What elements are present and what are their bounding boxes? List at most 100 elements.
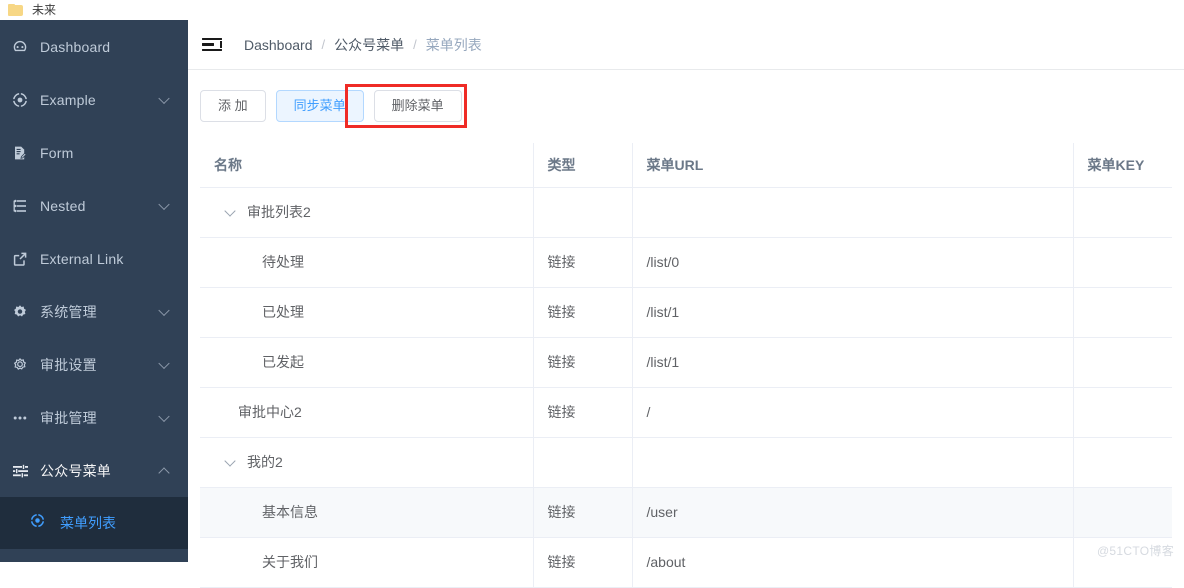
bookmark-label[interactable]: 未来 (32, 3, 56, 17)
cell-name: 关于我们 (200, 537, 533, 588)
cell-url (631, 187, 1073, 238)
main-region: Dashboard / 公众号菜单 / 菜单列表 添 加 同步菜单 删除菜单 名… (188, 20, 1184, 588)
table-row[interactable]: 已发起 链接 /list/1 (200, 337, 1172, 388)
external-link-icon (8, 250, 32, 268)
cell-key (1072, 387, 1172, 438)
watermark: @51CTO博客 (1096, 544, 1174, 558)
breadcrumb-item-menu-list: 菜单列表 (425, 36, 482, 53)
add-button[interactable]: 添 加 (200, 90, 266, 122)
table-row[interactable]: 已处理 链接 /list/1 (200, 287, 1172, 338)
content-card: 添 加 同步菜单 删除菜单 名称 类型 菜单URL 菜单KEY 审批列表2 待处… (188, 70, 1184, 588)
sidebar-item-form[interactable]: Form (0, 126, 188, 179)
cell-url: /list/1 (631, 337, 1073, 388)
table-header-row: 名称 类型 菜单URL 菜单KEY (200, 143, 1172, 188)
breadcrumb-separator: / (321, 37, 326, 52)
table-row[interactable]: 审批列表2 (200, 187, 1172, 238)
table-row[interactable]: 我的2 (200, 437, 1172, 488)
menu-name: 审批中心2 (238, 404, 302, 420)
sidebar-item-label: Form (40, 144, 74, 161)
expand-chevron-icon[interactable] (224, 205, 238, 219)
sidebar-item-label: 公众号菜单 (40, 462, 111, 479)
cell-type: 链接 (532, 337, 632, 388)
breadcrumb-item-gzh-menu[interactable]: 公众号菜单 (334, 35, 404, 55)
sidebar-item-label: Dashboard (40, 38, 111, 55)
cell-type: 链接 (532, 237, 632, 288)
sidebar-item-example[interactable]: Example (0, 73, 188, 126)
cell-key (1072, 237, 1172, 288)
menu-name: 已处理 (262, 304, 304, 320)
component-icon (30, 513, 50, 533)
component-icon (8, 91, 32, 109)
sidebar-item-gzh-menu[interactable]: 公众号菜单 (0, 444, 188, 497)
menu-name: 我的2 (247, 454, 283, 470)
table-row[interactable]: 关于我们 链接 /about (200, 537, 1172, 588)
sidebar-item-approval-settings[interactable]: 审批设置 (0, 338, 188, 391)
sidebar-item-label: Nested (40, 197, 86, 214)
hamburger-collapse-icon[interactable] (202, 37, 222, 53)
cell-url: /list/0 (631, 237, 1073, 288)
browser-bookmark-bar: 未来 (0, 0, 1184, 20)
dashboard-icon (8, 38, 32, 56)
menu-name: 基本信息 (262, 504, 318, 520)
table-row[interactable]: 基本信息 链接 /user (200, 487, 1172, 538)
nested-list-icon (8, 197, 32, 215)
cell-name: 基本信息 (200, 487, 533, 538)
cell-type: 链接 (532, 387, 632, 438)
sidebar-item-nested[interactable]: Nested (0, 179, 188, 232)
delete-menu-button[interactable]: 删除菜单 (373, 90, 462, 122)
sidebar-item-dashboard[interactable]: Dashboard (0, 20, 188, 73)
column-header-url[interactable]: 菜单URL (631, 143, 1073, 188)
cell-url: /list/1 (631, 287, 1073, 338)
cell-name: 审批中心2 (200, 387, 533, 438)
column-header-type[interactable]: 类型 (532, 143, 632, 188)
sidebar-item-label: Example (40, 91, 96, 108)
breadcrumb-item-dashboard[interactable]: Dashboard (244, 37, 313, 53)
breadcrumb-separator: / (413, 37, 417, 52)
menu-table: 名称 类型 菜单URL 菜单KEY 审批列表2 待处理 链接 /list/0 已… (200, 143, 1172, 588)
cell-name: 已处理 (200, 287, 533, 338)
cell-type: 链接 (532, 537, 632, 588)
cell-name: 待处理 (200, 237, 533, 288)
table-body: 审批列表2 待处理 链接 /list/0 已处理 链接 /list/1 已发起 … (200, 187, 1172, 588)
table-row[interactable]: 待处理 链接 /list/0 (200, 237, 1172, 288)
gear-filled-icon (8, 303, 32, 321)
chevron-down-icon (158, 304, 170, 316)
cell-name: 审批列表2 (200, 187, 533, 238)
column-header-key[interactable]: 菜单KEY (1072, 143, 1172, 188)
table-row[interactable]: 审批中心2 链接 / (200, 387, 1172, 438)
folder-icon (8, 3, 23, 16)
sync-menu-button[interactable]: 同步菜单 (275, 90, 364, 122)
column-header-name[interactable]: 名称 (200, 143, 533, 188)
sidebar-subitem-label: 菜单列表 (60, 515, 116, 531)
cell-name: 我的2 (200, 437, 533, 488)
table-header: 名称 类型 菜单URL 菜单KEY (200, 143, 1172, 188)
sidebar-item-external-link[interactable]: External Link (0, 232, 188, 285)
cell-url (631, 437, 1073, 488)
sidebar-item-label: 审批设置 (40, 356, 97, 373)
sidebar-item-label: External Link (40, 250, 124, 267)
expand-chevron-icon[interactable] (224, 455, 238, 469)
cell-type: 链接 (532, 487, 632, 538)
cell-type (532, 437, 632, 488)
sidebar-item-approval-management[interactable]: 审批管理 (0, 391, 188, 444)
gear-outline-icon (8, 356, 32, 374)
breadcrumb: Dashboard / 公众号菜单 / 菜单列表 (244, 35, 482, 55)
cell-key (1072, 287, 1172, 338)
menu-name: 待处理 (262, 254, 304, 270)
chevron-down-icon (158, 198, 170, 210)
chevron-down-icon (158, 410, 170, 422)
sliders-icon (8, 462, 32, 480)
cell-key (1072, 337, 1172, 388)
menu-name: 已发起 (262, 354, 304, 370)
sidebar-subitem-menu-list[interactable]: 菜单列表 (0, 497, 188, 549)
sidebar-item-label: 审批管理 (40, 409, 97, 426)
menu-name: 审批列表2 (247, 204, 311, 220)
cell-key (1072, 437, 1172, 488)
cell-key (1072, 487, 1172, 538)
sidebar-item-label: 系统管理 (40, 303, 97, 320)
cell-url: / (631, 387, 1073, 438)
chevron-down-icon (158, 357, 170, 369)
sidebar-item-system-management[interactable]: 系统管理 (0, 285, 188, 338)
menu-name: 关于我们 (262, 554, 318, 570)
sidebar: Dashboard Example Form Nested External L… (0, 20, 188, 562)
